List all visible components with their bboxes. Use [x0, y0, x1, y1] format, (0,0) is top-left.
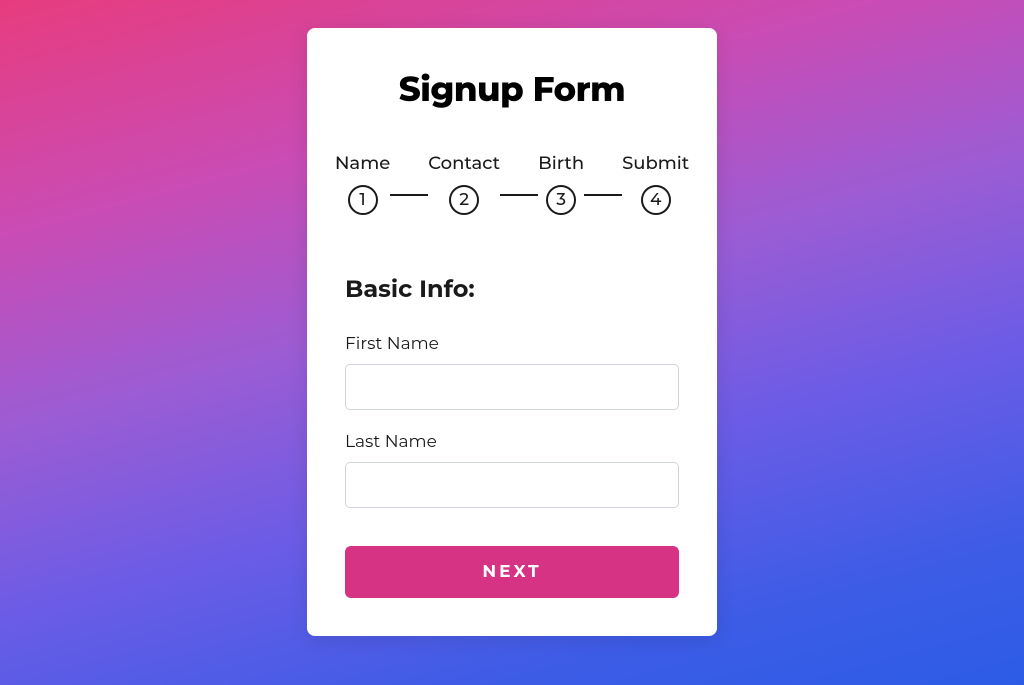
step-label: Submit [622, 152, 689, 174]
step-circle: 3 [546, 185, 576, 215]
step-contact: Contact 2 [428, 152, 500, 215]
step-circle: 2 [449, 185, 479, 215]
step-submit: Submit 4 [622, 152, 689, 215]
section-heading: Basic Info: [345, 275, 679, 304]
step-connector [584, 194, 622, 196]
next-button[interactable]: NEXT [345, 546, 679, 598]
step-label: Birth [538, 152, 584, 174]
step-label: Contact [428, 152, 500, 174]
step-birth: Birth 3 [538, 152, 584, 215]
first-name-label: First Name [345, 334, 679, 354]
step-label: Name [335, 152, 390, 174]
form-group-last-name: Last Name [345, 432, 679, 508]
step-name: Name 1 [335, 152, 390, 215]
page-title: Signup Form [345, 68, 679, 110]
last-name-input[interactable] [345, 462, 679, 508]
step-circle: 1 [348, 185, 378, 215]
first-name-input[interactable] [345, 364, 679, 410]
progress-stepper: Name 1 Contact 2 Birth 3 Submit 4 [345, 152, 679, 215]
form-group-first-name: First Name [345, 334, 679, 410]
step-connector [500, 194, 538, 196]
last-name-label: Last Name [345, 432, 679, 452]
signup-form-card: Signup Form Name 1 Contact 2 Birth 3 Sub… [307, 28, 717, 636]
step-circle: 4 [641, 185, 671, 215]
step-connector [390, 194, 428, 196]
